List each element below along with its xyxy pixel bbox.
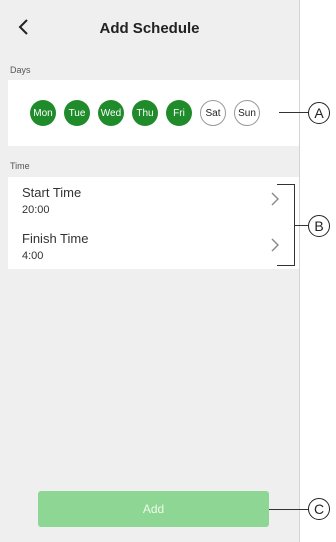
- time-panel: Start Time 20:00 Finish Time 4:00: [8, 177, 299, 269]
- chevron-left-icon: [18, 19, 28, 35]
- chevron-right-icon: [271, 238, 279, 252]
- days-section-label: Days: [10, 65, 31, 75]
- phone-screen: Add Schedule Days Mon Tue Wed Thu Fri Sa…: [0, 0, 300, 542]
- callout-c: C: [308, 498, 330, 520]
- callout-b: B: [308, 215, 330, 237]
- chevron-right-icon: [271, 192, 279, 206]
- day-toggle-wed[interactable]: Wed: [98, 100, 124, 126]
- day-toggle-sun[interactable]: Sun: [234, 100, 260, 126]
- callout-a: A: [308, 102, 330, 124]
- add-button[interactable]: Add: [38, 491, 269, 527]
- header: Add Schedule: [0, 0, 299, 56]
- finish-time-label: Finish Time: [22, 231, 89, 246]
- finish-time-value: 4:00: [22, 250, 44, 262]
- day-toggle-tue[interactable]: Tue: [64, 100, 90, 126]
- callout-a-line: [279, 112, 309, 113]
- finish-time-row[interactable]: Finish Time 4:00: [8, 223, 299, 269]
- time-section-label: Time: [10, 161, 30, 171]
- day-toggle-fri[interactable]: Fri: [166, 100, 192, 126]
- start-time-label: Start Time: [22, 185, 82, 200]
- start-time-value: 20:00: [22, 204, 50, 216]
- callout-b-bracket-top: [277, 184, 294, 185]
- day-toggle-mon[interactable]: Mon: [30, 100, 56, 126]
- day-toggle-sat[interactable]: Sat: [200, 100, 226, 126]
- days-panel: Mon Tue Wed Thu Fri Sat Sun: [8, 80, 299, 146]
- back-button[interactable]: [12, 16, 34, 38]
- callout-b-line: [295, 225, 308, 226]
- callout-c-line: [269, 509, 309, 510]
- callout-b-bracket-bottom: [277, 265, 294, 266]
- day-toggle-thu[interactable]: Thu: [132, 100, 158, 126]
- start-time-row[interactable]: Start Time 20:00: [8, 177, 299, 223]
- page-title: Add Schedule: [99, 19, 200, 37]
